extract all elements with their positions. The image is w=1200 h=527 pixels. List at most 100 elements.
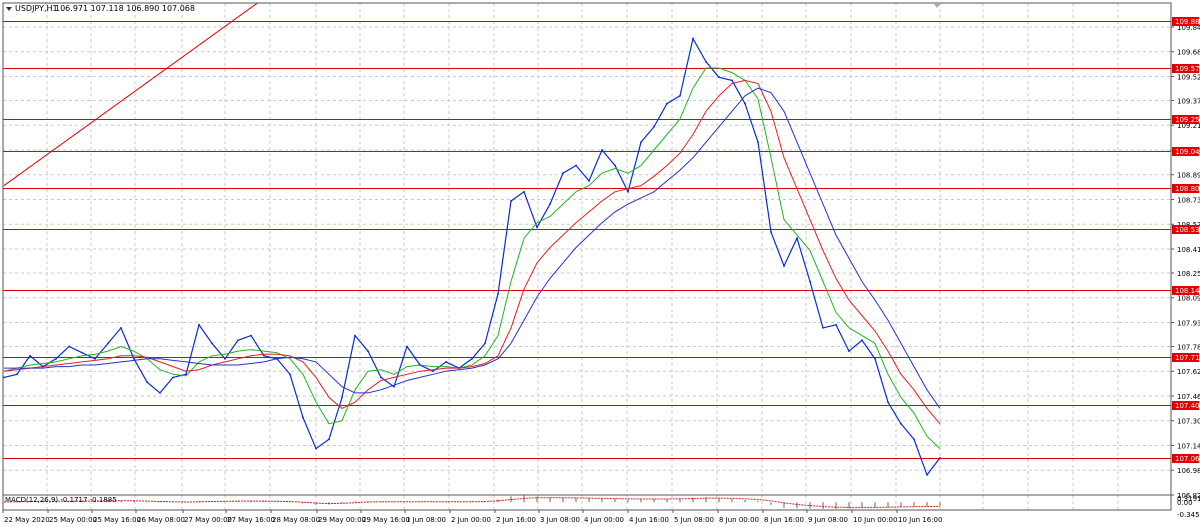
price-point <box>913 438 915 441</box>
price-point <box>627 190 629 193</box>
level-price-label: 109.041 <box>1175 148 1200 156</box>
price-point <box>328 438 330 441</box>
time-axis-label: 9 Jun 08:00 <box>808 516 848 524</box>
price-point <box>367 350 369 353</box>
price-point <box>315 447 317 450</box>
price-point <box>692 37 694 40</box>
price-point <box>289 373 291 376</box>
price-point <box>718 76 720 79</box>
price-point <box>276 357 278 360</box>
price-point <box>900 422 902 425</box>
price-point <box>939 456 941 459</box>
level-price-label: 109.253 <box>1175 116 1200 124</box>
price-point <box>471 357 473 360</box>
price-point <box>536 226 538 229</box>
price-point <box>562 172 564 175</box>
price-point <box>107 342 109 345</box>
price-point <box>55 357 57 360</box>
price-point <box>159 391 161 394</box>
price-point <box>809 280 811 283</box>
price-point <box>679 94 681 97</box>
price-point <box>211 342 213 345</box>
price-point <box>29 354 31 357</box>
level-price-label: 107.402 <box>1175 402 1200 410</box>
ohlc-values: 106.971 107.118 106.890 107.068 <box>55 4 195 13</box>
time-axis-label: 25 May 16:00 <box>93 516 141 524</box>
time-axis-label: 29 May 16:00 <box>362 516 410 524</box>
level-price-label: 107.062 <box>1175 455 1200 463</box>
price-point <box>640 141 642 144</box>
time-axis-label: 26 May 08:00 <box>137 516 185 524</box>
time-axis-label: 2 Jun 00:00 <box>451 516 491 524</box>
chart-background <box>0 0 1200 527</box>
level-price-label: 108.148 <box>1175 287 1200 295</box>
price-point <box>874 357 876 360</box>
price-point <box>185 373 187 376</box>
price-point <box>42 365 44 368</box>
price-point <box>354 334 356 337</box>
time-axis-label: 3 Jun 08:00 <box>540 516 580 524</box>
price-point <box>614 164 616 167</box>
time-axis-label: 8 Jun 16:00 <box>764 516 804 524</box>
price-point <box>146 381 148 383</box>
price-point <box>302 416 304 419</box>
price-axis-label: 107.460 <box>1177 393 1200 401</box>
time-axis-label: 27 May 16:00 <box>227 516 275 524</box>
price-point <box>783 265 785 267</box>
price-axis-label: 107.935 <box>1177 319 1200 327</box>
price-axis-label: 108.890 <box>1177 172 1200 180</box>
level-price-label: 109.882 <box>1175 18 1200 26</box>
time-axis-label: 1 Jun 08:00 <box>406 516 446 524</box>
price-axis-label: 109.370 <box>1177 97 1200 105</box>
price-point <box>419 364 421 366</box>
time-axis-label: 22 May 2020 <box>4 516 50 524</box>
level-price-label: 107.710 <box>1175 354 1200 362</box>
level-price-label: 108.537 <box>1175 226 1200 234</box>
price-axis-label: 107.780 <box>1177 343 1200 351</box>
price-axis-label: 108.095 <box>1177 295 1200 303</box>
price-point <box>510 200 512 202</box>
time-axis-label: 4 Jun 00:00 <box>584 516 624 524</box>
symbol-label: USDJPY,H1 <box>15 4 58 13</box>
price-point <box>198 323 200 326</box>
price-point <box>822 327 824 329</box>
price-point <box>861 339 863 342</box>
level-price-label: 108.805 <box>1175 185 1200 193</box>
price-point <box>601 149 603 151</box>
price-point <box>432 370 434 373</box>
price-point <box>705 60 707 63</box>
price-axis-label: 109.525 <box>1177 73 1200 81</box>
price-point <box>835 323 837 326</box>
price-point <box>341 396 343 399</box>
time-axis-label: 5 Jun 08:00 <box>674 516 714 524</box>
price-point <box>68 345 70 348</box>
price-point <box>757 141 759 144</box>
price-point <box>133 357 135 360</box>
macd-axis-label: -0.3455 <box>1177 511 1200 519</box>
price-point <box>16 373 18 376</box>
price-point <box>575 164 577 167</box>
price-point <box>653 125 655 128</box>
chart-root: 109.845109.685109.525109.370109.210109.0… <box>0 0 1200 527</box>
symbol-header[interactable]: USDJPY,H1 106.971 107.118 106.890 107.06… <box>6 4 195 13</box>
time-axis-label: 10 Jun 00:00 <box>853 516 897 524</box>
price-point <box>848 350 850 353</box>
price-point <box>120 327 122 329</box>
price-point <box>497 292 499 295</box>
price-axis-label: 107.620 <box>1177 368 1200 376</box>
price-point <box>81 351 83 354</box>
price-point <box>172 376 174 379</box>
price-point <box>796 237 798 240</box>
price-point <box>523 190 525 193</box>
price-point <box>263 354 265 357</box>
price-point <box>406 345 408 348</box>
price-point <box>731 79 733 82</box>
time-axis-label: 28 May 08:00 <box>272 516 320 524</box>
price-point <box>484 342 486 345</box>
macd-label: MACD(12,26,9) -0.1717 -0.1885 <box>5 496 117 504</box>
price-point <box>224 357 226 360</box>
time-axis-label: 27 May 00:00 <box>184 516 232 524</box>
time-axis-label: 2 Jun 16:00 <box>496 516 536 524</box>
price-point <box>458 367 460 370</box>
level-price-label: 109.578 <box>1175 65 1200 73</box>
